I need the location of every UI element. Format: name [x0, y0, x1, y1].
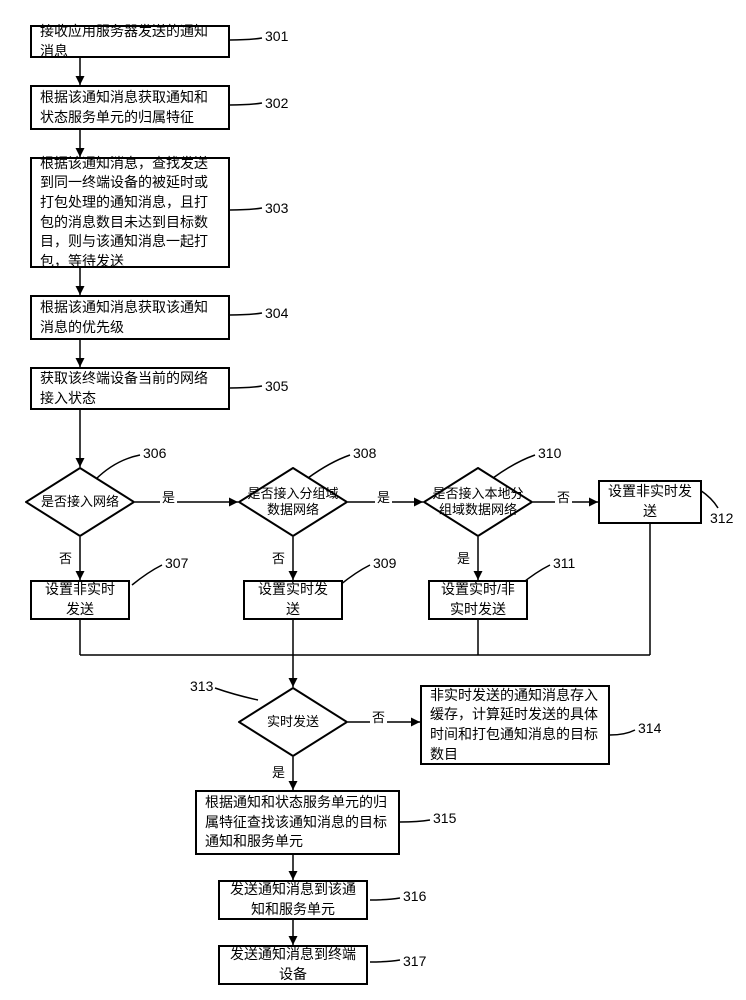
edge-yes: 是: [160, 487, 177, 506]
step-text: 根据该通知消息获取通知和状态服务单元的归属特征: [40, 88, 220, 127]
step-316: 发送通知消息到该通知和服务单元: [218, 880, 368, 920]
step-text: 设置实时发送: [253, 580, 333, 619]
edge-no: 否: [270, 548, 287, 567]
label-317: 317: [403, 953, 426, 969]
step-312: 设置非实时发送: [598, 480, 702, 524]
step-text: 根据通知和状态服务单元的归属特征查找该通知消息的目标通知和服务单元: [205, 793, 390, 852]
decision-308: 是否接入分组域数据网络: [238, 467, 348, 537]
decision-text: 实时发送: [261, 714, 325, 730]
step-text: 设置非实时发送: [608, 482, 692, 521]
decision-306: 是否接入网络: [25, 467, 135, 537]
edge-yes: 是: [455, 548, 472, 567]
decision-310: 是否接入本地分组域数据网络: [423, 467, 533, 537]
edge-no: 否: [555, 487, 572, 506]
step-text: 设置非实时发送: [40, 580, 120, 619]
step-309: 设置实时发送: [243, 580, 343, 620]
label-303: 303: [265, 200, 288, 216]
edge-no: 否: [57, 548, 74, 567]
step-305: 获取该终端设备当前的网络接入状态: [30, 367, 230, 410]
step-text: 非实时发送的通知消息存入缓存，计算延时发送的具体时间和打包通知消息的目标数目: [430, 686, 600, 764]
decision-text: 是否接入网络: [35, 494, 125, 510]
label-305: 305: [265, 378, 288, 394]
edge-no: 否: [370, 707, 387, 726]
step-303: 根据该通知消息，查找发送到同一终端设备的被延时或打包处理的通知消息，且打包的消息…: [30, 157, 230, 268]
edge-yes: 是: [375, 487, 392, 506]
step-text: 设置实时/非实时发送: [438, 580, 518, 619]
decision-text: 是否接入本地分组域数据网络: [423, 486, 533, 517]
step-text: 接收应用服务器发送的通知消息: [40, 22, 220, 61]
decision-text: 是否接入分组域数据网络: [238, 486, 348, 517]
step-307: 设置非实时发送: [30, 580, 130, 620]
step-text: 发送通知消息到终端设备: [228, 945, 358, 984]
label-301: 301: [265, 28, 288, 44]
label-314: 314: [638, 720, 661, 736]
step-text: 根据该通知消息获取该通知消息的优先级: [40, 298, 220, 337]
step-311: 设置实时/非实时发送: [428, 580, 528, 620]
label-312: 312: [710, 510, 733, 526]
label-311: 311: [553, 555, 575, 571]
label-307: 307: [165, 555, 188, 571]
step-text: 根据该通知消息，查找发送到同一终端设备的被延时或打包处理的通知消息，且打包的消息…: [40, 154, 220, 272]
label-306: 306: [143, 445, 166, 461]
label-308: 308: [353, 445, 376, 461]
label-316: 316: [403, 888, 426, 904]
step-302: 根据该通知消息获取通知和状态服务单元的归属特征: [30, 85, 230, 130]
label-304: 304: [265, 305, 288, 321]
step-317: 发送通知消息到终端设备: [218, 945, 368, 985]
step-315: 根据通知和状态服务单元的归属特征查找该通知消息的目标通知和服务单元: [195, 790, 400, 855]
label-313: 313: [190, 678, 213, 694]
step-314: 非实时发送的通知消息存入缓存，计算延时发送的具体时间和打包通知消息的目标数目: [420, 685, 610, 765]
label-309: 309: [373, 555, 396, 571]
step-text: 发送通知消息到该通知和服务单元: [228, 880, 358, 919]
step-301: 接收应用服务器发送的通知消息: [30, 25, 230, 58]
step-304: 根据该通知消息获取该通知消息的优先级: [30, 295, 230, 340]
edge-yes: 是: [270, 762, 287, 781]
decision-313: 实时发送: [238, 687, 348, 757]
label-315: 315: [433, 810, 456, 826]
label-302: 302: [265, 95, 288, 111]
label-310: 310: [538, 445, 561, 461]
step-text: 获取该终端设备当前的网络接入状态: [40, 369, 220, 408]
